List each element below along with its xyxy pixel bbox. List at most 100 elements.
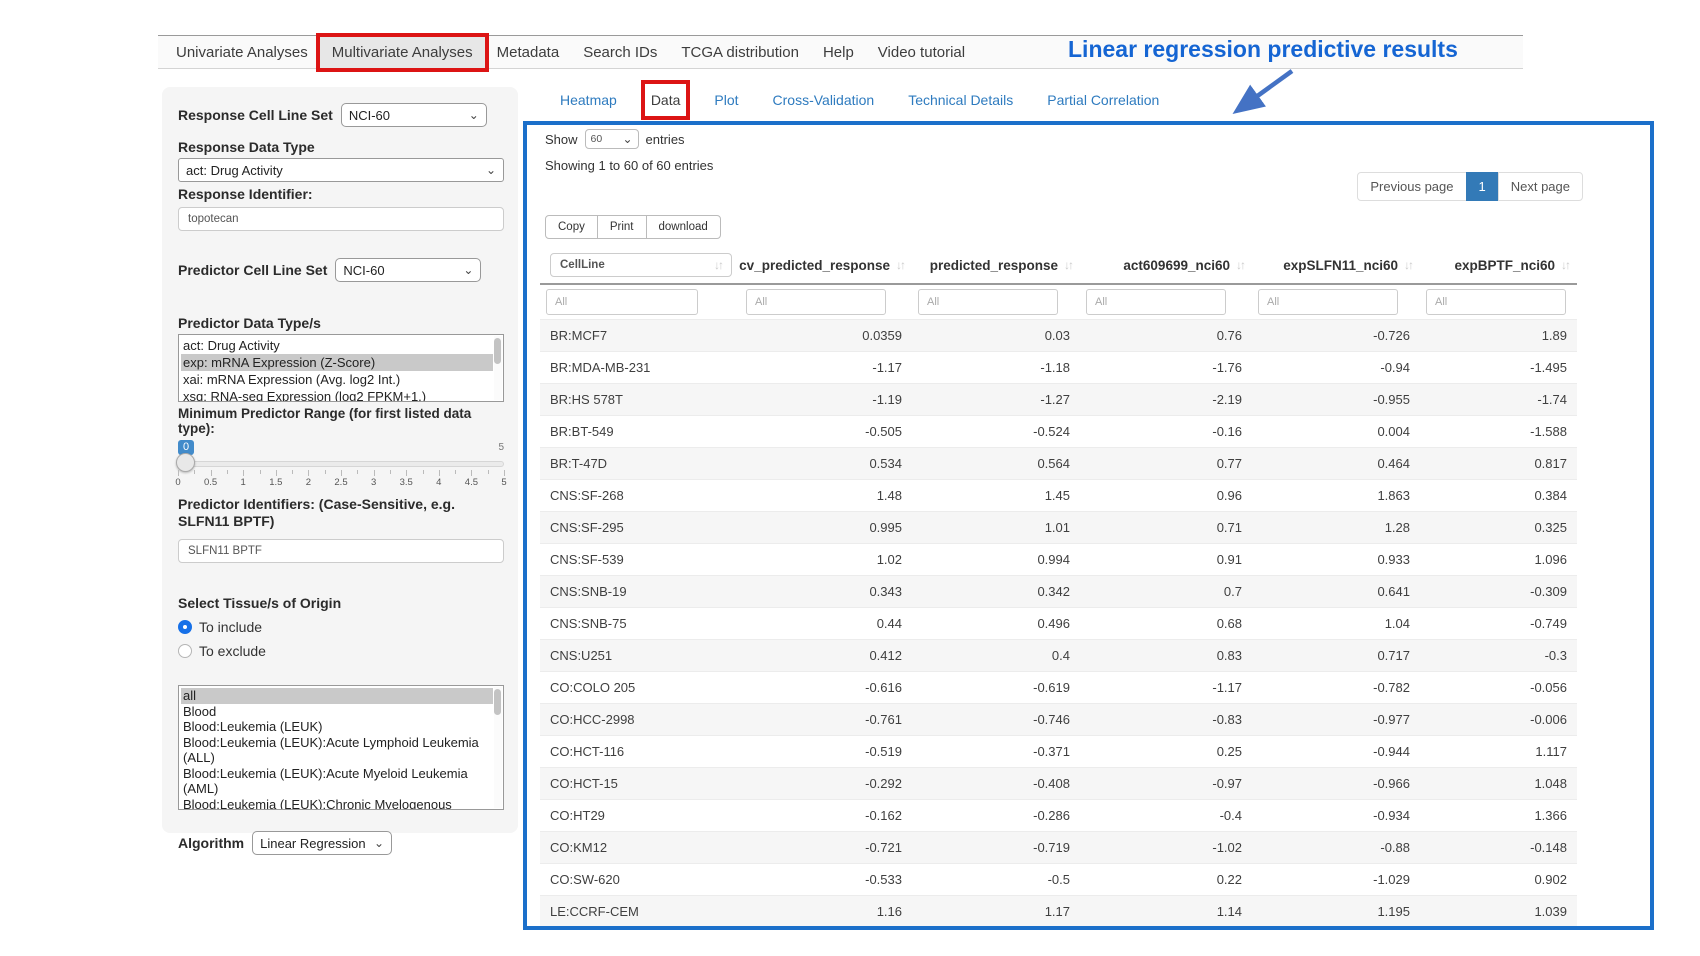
column-filter-act609699-nci60[interactable] bbox=[1086, 289, 1226, 315]
print-button[interactable]: Print bbox=[597, 215, 647, 239]
next-page-button[interactable]: Next page bbox=[1498, 172, 1583, 201]
column-filter-cv-predicted-response[interactable] bbox=[746, 289, 886, 315]
table-row[interactable]: BR:MCF70.03590.030.76-0.7261.89 bbox=[540, 320, 1577, 352]
column-header-expbptf-nci60[interactable]: expBPTF_nci60↓↑ bbox=[1420, 247, 1577, 284]
sort-icon[interactable]: ↓↑ bbox=[1236, 258, 1244, 272]
min-predictor-range-slider[interactable]: 0 5 00.511.522.533.544.55 bbox=[178, 440, 504, 486]
tab-plot[interactable]: Plot bbox=[712, 88, 740, 112]
tissue-option-blood-leukemia-leuk[interactable]: Blood:Leukemia (LEUK) bbox=[181, 719, 493, 735]
cell-value: 0.817 bbox=[1420, 448, 1577, 480]
nav-item-metadata[interactable]: Metadata bbox=[485, 37, 572, 68]
column-header-cellline[interactable]: CellLine↓↑ bbox=[540, 247, 740, 284]
cell-value: 1.17 bbox=[912, 896, 1080, 928]
predictor-data-type-option-xai-mrna-expression-avg-log2-int[interactable]: xai: mRNA Expression (Avg. log2 Int.) bbox=[181, 371, 493, 388]
sort-icon[interactable]: ↓↑ bbox=[1404, 258, 1412, 272]
table-row[interactable]: CNS:U2510.4120.40.830.717-0.3 bbox=[540, 640, 1577, 672]
tissue-option-blood-leukemia-leuk-acute-lymphoid-leukemia-all[interactable]: Blood:Leukemia (LEUK):Acute Lymphoid Leu… bbox=[181, 735, 493, 766]
previous-page-button[interactable]: Previous page bbox=[1357, 172, 1466, 201]
slider-tick bbox=[308, 470, 309, 476]
response-identifier-input[interactable] bbox=[178, 207, 504, 231]
column-header-cv-predicted-response[interactable]: cv_predicted_response↓↑ bbox=[740, 247, 912, 284]
response-cell-line-set-select[interactable]: NCI-60 ⌄ bbox=[341, 103, 487, 127]
tissue-list[interactable]: allBloodBlood:Leukemia (LEUK)Blood:Leuke… bbox=[178, 685, 504, 810]
cell-value: -0.16 bbox=[1080, 416, 1252, 448]
cell-value: -1.495 bbox=[1420, 352, 1577, 384]
cell-value: -0.94 bbox=[1252, 352, 1420, 384]
table-row[interactable]: CNS:SF-2681.481.450.961.8630.384 bbox=[540, 480, 1577, 512]
column-filter-expslfn11-nci60[interactable] bbox=[1258, 289, 1398, 315]
column-filter-predicted-response[interactable] bbox=[918, 289, 1058, 315]
sort-icon[interactable]: ↓↑ bbox=[1064, 258, 1072, 272]
table-row[interactable]: LE:CCRF-CEM1.161.171.141.1951.039 bbox=[540, 896, 1577, 928]
page-size-select[interactable]: 60 ⌄ bbox=[585, 129, 639, 149]
predictor-cell-line-set-select[interactable]: NCI-60 ⌄ bbox=[335, 258, 481, 282]
table-row[interactable]: BR:HS 578T-1.19-1.27-2.19-0.955-1.74 bbox=[540, 384, 1577, 416]
table-row[interactable]: LE:HL-60(TB)0.9510.9340.681.3070.031 bbox=[540, 928, 1577, 931]
table-row[interactable]: CO:HCC-2998-0.761-0.746-0.83-0.977-0.006 bbox=[540, 704, 1577, 736]
table-row[interactable]: CO:HCT-116-0.519-0.3710.25-0.9441.117 bbox=[540, 736, 1577, 768]
cell-value: 0.76 bbox=[1080, 320, 1252, 352]
scrollbar[interactable] bbox=[494, 687, 502, 808]
slider-tick bbox=[374, 470, 375, 476]
tab-cross-validation[interactable]: Cross-Validation bbox=[771, 88, 877, 112]
slider-tick bbox=[357, 470, 358, 474]
download-button[interactable]: download bbox=[646, 215, 721, 239]
column-header-act609699-nci60[interactable]: act609699_nci60↓↑ bbox=[1080, 247, 1252, 284]
tab-technical-details[interactable]: Technical Details bbox=[906, 88, 1015, 112]
tissue-option-blood[interactable]: Blood bbox=[181, 704, 493, 720]
pagination: Previous page 1 Next page bbox=[1357, 172, 1583, 201]
radio-to-exclude[interactable] bbox=[178, 644, 192, 658]
table-row[interactable]: CNS:SNB-750.440.4960.681.04-0.749 bbox=[540, 608, 1577, 640]
cell-value: -0.524 bbox=[912, 416, 1080, 448]
column-filter-expbptf-nci60[interactable] bbox=[1426, 289, 1566, 315]
predictor-data-type-option-act-drug-activity[interactable]: act: Drug Activity bbox=[181, 337, 493, 354]
cell-value: 1.45 bbox=[912, 480, 1080, 512]
chevron-down-icon: ⌄ bbox=[469, 110, 479, 120]
cell-value: -0.782 bbox=[1252, 672, 1420, 704]
tab-heatmap[interactable]: Heatmap bbox=[558, 88, 619, 112]
copy-button[interactable]: Copy bbox=[545, 215, 598, 239]
table-row[interactable]: CO:HT29-0.162-0.286-0.4-0.9341.366 bbox=[540, 800, 1577, 832]
nav-item-search-ids[interactable]: Search IDs bbox=[571, 37, 669, 68]
table-row[interactable]: CO:HCT-15-0.292-0.408-0.97-0.9661.048 bbox=[540, 768, 1577, 800]
scrollbar[interactable] bbox=[494, 336, 502, 400]
table-row[interactable]: CO:SW-620-0.533-0.50.22-1.0290.902 bbox=[540, 864, 1577, 896]
predictor-data-types-list[interactable]: act: Drug Activityexp: mRNA Expression (… bbox=[178, 334, 504, 402]
predictor-data-type-option-exp-mrna-expression-z-score[interactable]: exp: mRNA Expression (Z-Score) bbox=[181, 354, 493, 371]
current-page-button[interactable]: 1 bbox=[1466, 172, 1499, 201]
table-row[interactable]: CO:KM12-0.721-0.719-1.02-0.88-0.148 bbox=[540, 832, 1577, 864]
sort-icon[interactable]: ↓↑ bbox=[896, 258, 904, 272]
nav-item-video-tutorial[interactable]: Video tutorial bbox=[866, 37, 977, 68]
cell-line: CO:HCC-2998 bbox=[540, 704, 740, 736]
response-data-type-select[interactable]: act: Drug Activity ⌄ bbox=[178, 158, 504, 182]
sort-icon[interactable]: ↓↑ bbox=[714, 258, 722, 272]
table-row[interactable]: BR:BT-549-0.505-0.524-0.160.004-1.588 bbox=[540, 416, 1577, 448]
nav-item-univariate-analyses[interactable]: Univariate Analyses bbox=[164, 37, 320, 68]
cell-value: -1.18 bbox=[912, 352, 1080, 384]
radio-to-include[interactable] bbox=[178, 620, 192, 634]
sidebar-form: Response Cell Line Set NCI-60 ⌄ Response… bbox=[162, 87, 518, 833]
tissue-option-blood-leukemia-leuk-acute-myeloid-leukemia-aml[interactable]: Blood:Leukemia (LEUK):Acute Myeloid Leuk… bbox=[181, 766, 493, 797]
slider-track[interactable] bbox=[178, 461, 504, 467]
column-header-predicted-response[interactable]: predicted_response↓↑ bbox=[912, 247, 1080, 284]
column-filter-cellline[interactable] bbox=[546, 289, 698, 315]
nav-item-multivariate-analyses[interactable]: Multivariate Analyses bbox=[320, 37, 485, 68]
tissue-option-all[interactable]: all bbox=[181, 688, 493, 704]
cell-line: CNS:SNB-19 bbox=[540, 576, 740, 608]
table-row[interactable]: CO:COLO 205-0.616-0.619-1.17-0.782-0.056 bbox=[540, 672, 1577, 704]
tab-partial-correlation[interactable]: Partial Correlation bbox=[1045, 88, 1161, 112]
algorithm-select[interactable]: Linear Regression ⌄ bbox=[252, 831, 392, 855]
nav-item-help[interactable]: Help bbox=[811, 37, 866, 68]
predictor-identifiers-input[interactable] bbox=[178, 539, 504, 563]
predictor-data-type-option-xsq-rna-seq-expression-log2-fpkm-1[interactable]: xsq: RNA-seq Expression (log2 FPKM+1.) bbox=[181, 388, 493, 402]
column-header-expslfn11-nci60[interactable]: expSLFN11_nci60↓↑ bbox=[1252, 247, 1420, 284]
tissue-option-blood-leukemia-leuk-chronic-myelogenous-leukemia-cml[interactable]: Blood:Leukemia (LEUK):Chronic Myelogenou… bbox=[181, 797, 493, 811]
tab-data[interactable]: Data bbox=[649, 88, 683, 112]
table-row[interactable]: CNS:SNB-190.3430.3420.70.641-0.309 bbox=[540, 576, 1577, 608]
table-row[interactable]: BR:T-47D0.5340.5640.770.4640.817 bbox=[540, 448, 1577, 480]
table-row[interactable]: CNS:SF-5391.020.9940.910.9331.096 bbox=[540, 544, 1577, 576]
sort-icon[interactable]: ↓↑ bbox=[1561, 258, 1569, 272]
table-row[interactable]: CNS:SF-2950.9951.010.711.280.325 bbox=[540, 512, 1577, 544]
table-row[interactable]: BR:MDA-MB-231-1.17-1.18-1.76-0.94-1.495 bbox=[540, 352, 1577, 384]
nav-item-tcga-distribution[interactable]: TCGA distribution bbox=[669, 37, 811, 68]
